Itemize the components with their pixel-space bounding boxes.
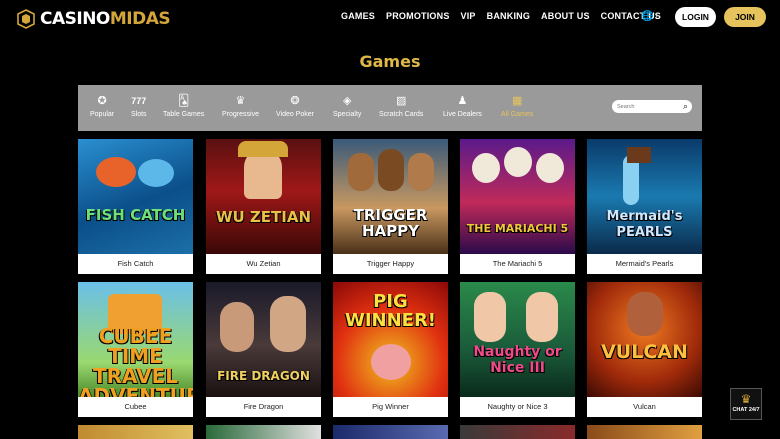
game-card-partial[interactable] — [78, 425, 193, 439]
category-progressive[interactable]: ♛ Progressive — [222, 95, 259, 118]
game-card[interactable]: Mermaid's PEARLS Mermaid's Pearls — [587, 139, 702, 274]
nav-promotions[interactable]: PROMOTIONS — [386, 11, 450, 21]
category-label: Slots — [131, 111, 147, 118]
page-title: Games — [359, 52, 421, 71]
game-name: Mermaid's Pearls — [587, 254, 702, 274]
game-thumbnail[interactable]: CUBEE TIME TRAVEL ADVENTURE — [78, 282, 193, 397]
category-all-games[interactable]: ▦ All Games — [501, 95, 533, 118]
category-label: Scratch Cards — [379, 111, 424, 118]
game-name: Fish Catch — [78, 254, 193, 274]
chat-label: CHAT 24/7 — [732, 407, 760, 413]
game-card[interactable]: Naughty or Nice III Naughty or Nice 3 — [460, 282, 575, 417]
game-card-partial[interactable] — [587, 425, 702, 439]
game-thumbnail[interactable]: PIG WINNER! — [333, 282, 448, 397]
crown-icon: ♛ — [235, 95, 246, 107]
all-games-icon: ▦ — [511, 95, 523, 107]
category-bar: ✪ Popular 777 Slots 🂡 Table Games ♛ Prog… — [78, 85, 702, 131]
game-name: Pig Winner — [333, 397, 448, 417]
game-thumbnail[interactable]: Naughty or Nice III — [460, 282, 575, 397]
nav-vip[interactable]: VIP — [461, 11, 476, 21]
logo-text: CASINOMIDAS — [40, 9, 171, 29]
game-name: Cubee — [78, 397, 193, 417]
game-art-title: THE MARIACHI 5 — [466, 222, 569, 235]
game-card[interactable]: CUBEE TIME TRAVEL ADVENTURE Cubee — [78, 282, 193, 417]
game-name: Fire Dragon — [206, 397, 321, 417]
game-name: Trigger Happy — [333, 254, 448, 274]
game-card-partial[interactable] — [333, 425, 448, 439]
game-card-partial[interactable] — [460, 425, 575, 439]
casino-midas-logo[interactable]: CASINOMIDAS — [16, 9, 171, 29]
game-thumbnail[interactable]: FIRE DRAGON — [206, 282, 321, 397]
game-card[interactable]: PIG WINNER! Pig Winner — [333, 282, 448, 417]
game-name: Wu Zetian — [206, 254, 321, 274]
game-thumbnail[interactable]: TRIGGER HAPPY — [333, 139, 448, 254]
category-label: Table Games — [163, 111, 205, 118]
search-input[interactable] — [617, 101, 675, 112]
nav-banking[interactable]: BANKING — [487, 11, 530, 21]
search-icon[interactable]: ⌕ — [683, 101, 688, 112]
game-name: Vulcan — [587, 397, 702, 417]
category-live-dealers[interactable]: ♟ Live Dealers — [443, 95, 482, 118]
game-card[interactable]: FIRE DRAGON Fire Dragon — [206, 282, 321, 417]
diamond-icon: ◈ — [342, 95, 352, 107]
main-nav: GAMES PROMOTIONS VIP BANKING ABOUT US CO… — [341, 11, 672, 21]
category-label: Popular — [90, 111, 115, 118]
logo-mark-icon — [17, 9, 35, 29]
crown-icon: ♛ — [740, 392, 752, 406]
category-popular[interactable]: ✪ Popular — [90, 95, 114, 118]
game-art-title: WU ZETIAN — [215, 208, 312, 226]
category-scratch-cards[interactable]: ▨ Scratch Cards — [379, 95, 423, 118]
chat-button[interactable]: ♛ CHAT 24/7 — [730, 388, 762, 420]
game-art-title: PIG WINNER! — [344, 291, 437, 331]
category-video-poker[interactable]: ❂ Video Poker — [276, 95, 314, 118]
category-label: Progressive — [222, 111, 259, 118]
game-name: Naughty or Nice 3 — [460, 397, 575, 417]
category-label: Specialty — [333, 111, 362, 118]
game-card[interactable]: TRIGGER HAPPY Trigger Happy — [333, 139, 448, 274]
game-name: The Mariachi 5 — [460, 254, 575, 274]
game-art-title: FIRE DRAGON — [217, 369, 310, 383]
join-button[interactable]: JOIN — [724, 7, 766, 27]
dealer-icon: ♟ — [457, 95, 468, 107]
game-thumbnail[interactable]: VULCAN — [587, 282, 702, 397]
category-table-games[interactable]: 🂡 Table Games — [163, 95, 204, 118]
game-art-title: VULCAN — [601, 341, 688, 363]
game-card[interactable]: THE MARIACHI 5 The Mariachi 5 — [460, 139, 575, 274]
globe-icon[interactable]: 🌐 — [641, 11, 653, 22]
game-art-title: Mermaid's PEARLS — [606, 209, 683, 240]
site-header: CASINOMIDAS GAMES PROMOTIONS VIP BANKING… — [0, 0, 780, 36]
game-card[interactable]: VULCAN Vulcan — [587, 282, 702, 417]
category-slots[interactable]: 777 Slots — [131, 95, 147, 118]
scratch-icon: ▨ — [395, 95, 407, 107]
slot-777-icon: 777 — [131, 96, 147, 106]
game-card[interactable]: WU ZETIAN Wu Zetian — [206, 139, 321, 274]
chip-icon: ❂ — [290, 95, 300, 107]
chevron-right-icon[interactable]: › — [655, 10, 658, 21]
category-label: Live Dealers — [443, 111, 482, 118]
game-thumbnail[interactable]: Mermaid's PEARLS — [587, 139, 702, 254]
logo-casino: CASINO — [40, 9, 110, 29]
game-thumbnail[interactable]: THE MARIACHI 5 — [460, 139, 575, 254]
cards-icon: 🂡 — [177, 95, 190, 107]
logo-midas: MIDAS — [109, 9, 171, 29]
star-icon: ✪ — [97, 95, 107, 107]
login-button[interactable]: LOGIN — [675, 7, 716, 27]
game-art-title: CUBEE TIME TRAVEL ADVENTURE — [78, 324, 193, 397]
game-card[interactable]: FISH CATCH Fish Catch — [78, 139, 193, 274]
nav-games[interactable]: GAMES — [341, 11, 375, 21]
game-thumbnail[interactable]: FISH CATCH — [78, 139, 193, 254]
game-thumbnail[interactable]: WU ZETIAN — [206, 139, 321, 254]
game-art-title: FISH CATCH — [85, 206, 186, 224]
category-label: Video Poker — [276, 111, 315, 118]
game-art-title: TRIGGER HAPPY — [353, 206, 428, 240]
game-art-title: Naughty or Nice III — [473, 344, 562, 376]
search-box: ⌕ — [612, 100, 692, 113]
category-label: All Games — [501, 111, 534, 118]
nav-about-us[interactable]: ABOUT US — [541, 11, 590, 21]
category-specialty[interactable]: ◈ Specialty — [333, 95, 361, 118]
game-card-partial[interactable] — [206, 425, 321, 439]
